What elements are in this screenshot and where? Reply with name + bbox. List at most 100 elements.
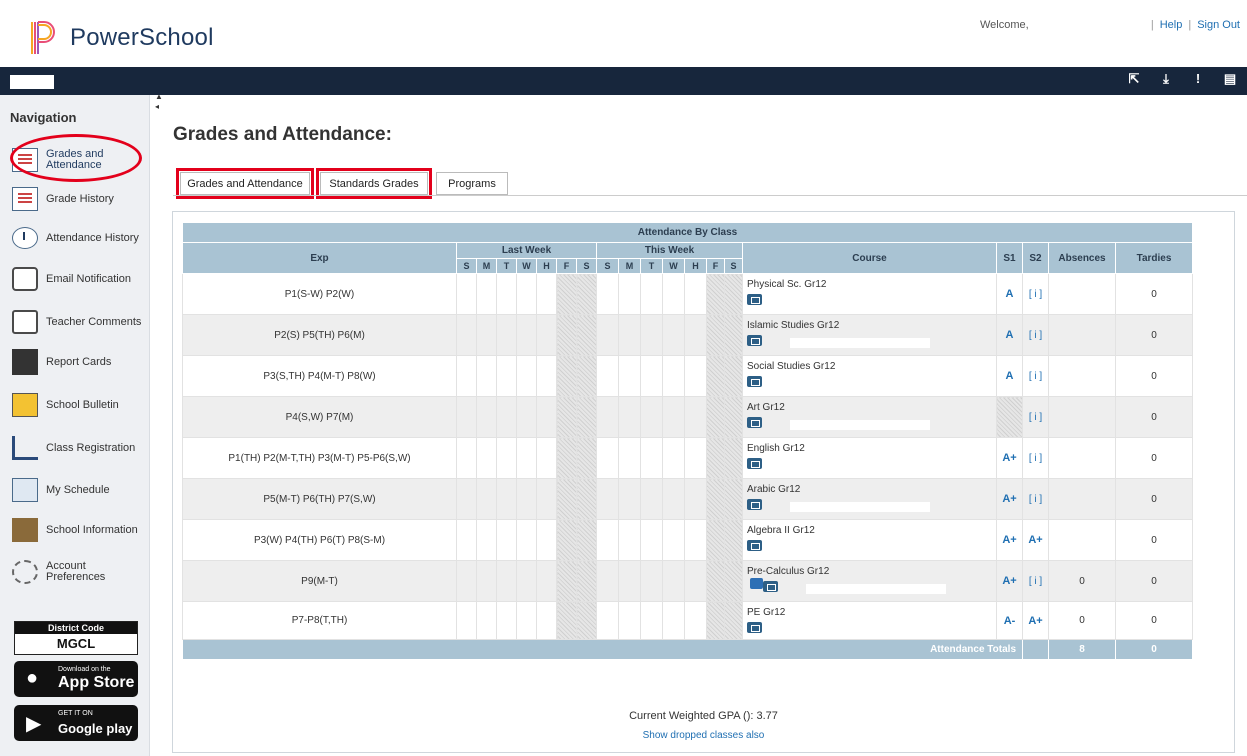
sidebar-item-email-notification[interactable]: Email Notification bbox=[12, 262, 148, 296]
course-name[interactable]: Art Gr12 bbox=[747, 401, 996, 414]
attendance-day-cell[interactable] bbox=[516, 560, 537, 602]
teacher-email-icon[interactable] bbox=[763, 581, 778, 592]
attendance-day-cell[interactable] bbox=[556, 314, 577, 356]
attendance-day-cell[interactable] bbox=[640, 601, 663, 640]
attendance-day-cell[interactable] bbox=[724, 314, 743, 356]
attendance-day-cell[interactable] bbox=[684, 437, 707, 479]
attendance-day-cell[interactable] bbox=[724, 273, 743, 315]
absences-cell[interactable] bbox=[1048, 519, 1116, 561]
attendance-day-cell[interactable] bbox=[496, 437, 517, 479]
sidebar-item-report-cards[interactable]: Report Cards bbox=[12, 345, 148, 379]
teacher-email-icon[interactable] bbox=[747, 417, 762, 428]
course-name[interactable]: Islamic Studies Gr12 bbox=[747, 319, 996, 332]
attendance-day-cell[interactable] bbox=[596, 396, 619, 438]
attendance-day-cell[interactable] bbox=[456, 560, 477, 602]
attendance-day-cell[interactable] bbox=[596, 273, 619, 315]
attendance-day-cell[interactable] bbox=[706, 314, 725, 356]
google-play-badge[interactable]: ▶ GET IT ON Google play bbox=[14, 705, 138, 741]
sign-out-link[interactable]: Sign Out bbox=[1197, 19, 1240, 31]
sidebar-item-school-information[interactable]: School Information bbox=[12, 513, 148, 547]
s2-grade[interactable]: [ i ] bbox=[1022, 478, 1049, 520]
attendance-day-cell[interactable] bbox=[596, 560, 619, 602]
absences-cell[interactable] bbox=[1048, 478, 1116, 520]
attendance-day-cell[interactable] bbox=[456, 355, 477, 397]
attendance-day-cell[interactable] bbox=[536, 273, 557, 315]
attendance-day-cell[interactable] bbox=[706, 560, 725, 602]
attendance-day-cell[interactable] bbox=[662, 519, 685, 561]
attendance-day-cell[interactable] bbox=[640, 396, 663, 438]
attendance-day-cell[interactable] bbox=[556, 437, 577, 479]
s1-grade[interactable]: A+ bbox=[996, 478, 1023, 520]
attendance-day-cell[interactable] bbox=[476, 560, 497, 602]
tab-programs[interactable]: Programs bbox=[436, 172, 508, 195]
s1-grade[interactable]: A+ bbox=[996, 519, 1023, 561]
attendance-day-cell[interactable] bbox=[618, 314, 641, 356]
s1-grade[interactable]: A bbox=[996, 273, 1023, 315]
sidebar-item-class-registration[interactable]: Class Registration bbox=[12, 431, 148, 465]
attendance-day-cell[interactable] bbox=[576, 478, 597, 520]
attendance-day-cell[interactable] bbox=[496, 314, 517, 356]
attendance-day-cell[interactable] bbox=[684, 273, 707, 315]
attendance-day-cell[interactable] bbox=[496, 355, 517, 397]
attendance-day-cell[interactable] bbox=[596, 519, 619, 561]
attendance-day-cell[interactable] bbox=[516, 396, 537, 438]
absences-cell[interactable] bbox=[1048, 355, 1116, 397]
attendance-day-cell[interactable] bbox=[516, 601, 537, 640]
attendance-day-cell[interactable] bbox=[536, 437, 557, 479]
print-icon[interactable]: ▤ bbox=[1223, 71, 1237, 87]
attendance-day-cell[interactable] bbox=[556, 478, 577, 520]
s2-grade[interactable]: [ i ] bbox=[1022, 273, 1049, 315]
attendance-day-cell[interactable] bbox=[640, 273, 663, 315]
teacher-email-icon[interactable] bbox=[747, 622, 762, 633]
course-name[interactable]: Physical Sc. Gr12 bbox=[747, 278, 996, 291]
attendance-day-cell[interactable] bbox=[706, 478, 725, 520]
sidebar-collapse-toggle[interactable]: ▲ ◂ bbox=[155, 92, 163, 114]
s1-grade[interactable]: A+ bbox=[996, 560, 1023, 602]
attendance-day-cell[interactable] bbox=[640, 478, 663, 520]
course-info-icon[interactable] bbox=[750, 578, 763, 589]
attendance-day-cell[interactable] bbox=[596, 437, 619, 479]
attendance-day-cell[interactable] bbox=[684, 519, 707, 561]
s1-grade[interactable]: A bbox=[996, 314, 1023, 356]
attendance-day-cell[interactable] bbox=[576, 437, 597, 479]
teacher-email-icon[interactable] bbox=[747, 540, 762, 551]
attendance-day-cell[interactable] bbox=[576, 560, 597, 602]
absences-cell[interactable] bbox=[1048, 396, 1116, 438]
attendance-day-cell[interactable] bbox=[536, 396, 557, 438]
attendance-day-cell[interactable] bbox=[640, 437, 663, 479]
sidebar-item-school-bulletin[interactable]: School Bulletin bbox=[12, 388, 148, 422]
search-box[interactable] bbox=[10, 75, 54, 89]
attendance-day-cell[interactable] bbox=[476, 273, 497, 315]
course-name[interactable]: English Gr12 bbox=[747, 442, 996, 455]
attendance-day-cell[interactable] bbox=[724, 355, 743, 397]
attendance-day-cell[interactable] bbox=[476, 396, 497, 438]
attendance-day-cell[interactable] bbox=[516, 437, 537, 479]
attendance-day-cell[interactable] bbox=[536, 601, 557, 640]
course-name[interactable]: Pre-Calculus Gr12 bbox=[747, 565, 996, 578]
attendance-day-cell[interactable] bbox=[662, 355, 685, 397]
attendance-day-cell[interactable] bbox=[596, 314, 619, 356]
teacher-email-icon[interactable] bbox=[747, 335, 762, 346]
attendance-day-cell[interactable] bbox=[618, 396, 641, 438]
attendance-day-cell[interactable] bbox=[556, 601, 577, 640]
app-store-badge[interactable]: ● Download on the App Store bbox=[14, 661, 138, 697]
absences-cell[interactable] bbox=[1048, 437, 1116, 479]
attendance-day-cell[interactable] bbox=[724, 519, 743, 561]
tab-grades-attendance[interactable]: Grades and Attendance bbox=[176, 168, 314, 199]
attendance-day-cell[interactable] bbox=[662, 396, 685, 438]
help-link[interactable]: Help bbox=[1160, 19, 1183, 31]
attendance-day-cell[interactable] bbox=[456, 314, 477, 356]
course-name[interactable]: Social Studies Gr12 bbox=[747, 360, 996, 373]
attendance-day-cell[interactable] bbox=[496, 601, 517, 640]
s1-grade[interactable] bbox=[996, 396, 1023, 438]
attendance-day-cell[interactable] bbox=[496, 560, 517, 602]
attendance-day-cell[interactable] bbox=[684, 314, 707, 356]
attendance-day-cell[interactable] bbox=[576, 355, 597, 397]
attendance-day-cell[interactable] bbox=[536, 355, 557, 397]
teacher-email-icon[interactable] bbox=[747, 499, 762, 510]
attendance-day-cell[interactable] bbox=[684, 560, 707, 602]
attendance-day-cell[interactable] bbox=[456, 519, 477, 561]
attendance-day-cell[interactable] bbox=[476, 437, 497, 479]
attendance-day-cell[interactable] bbox=[536, 478, 557, 520]
attendance-day-cell[interactable] bbox=[706, 601, 725, 640]
